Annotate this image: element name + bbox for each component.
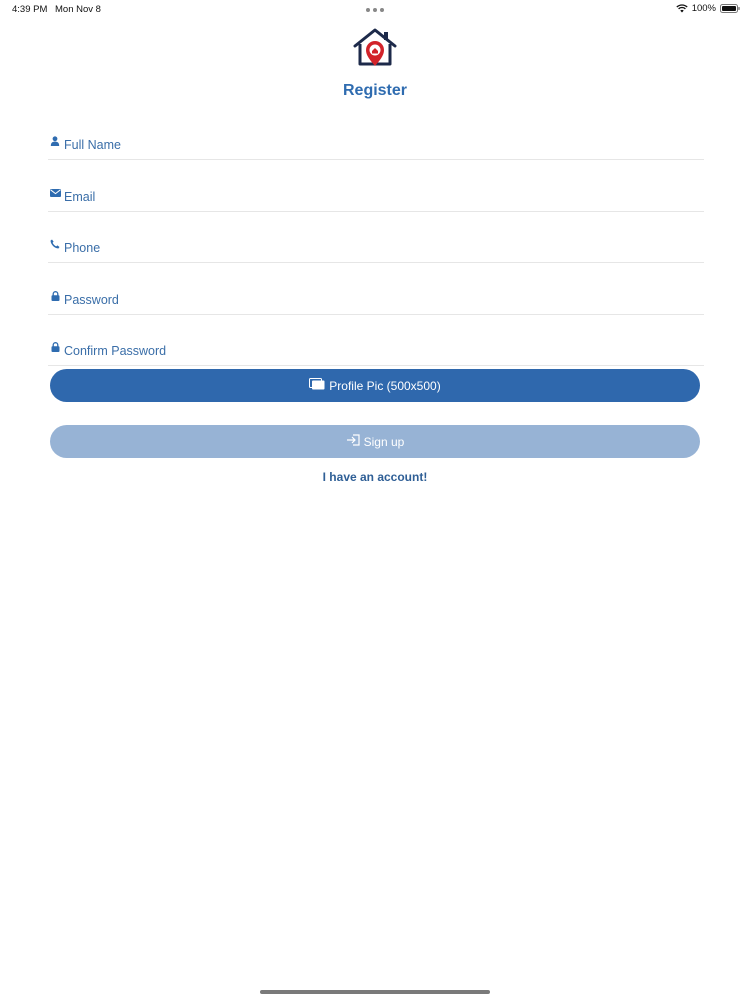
multitasking-dots-icon[interactable] [366,8,384,12]
phone-icon [49,238,61,250]
sign-up-button[interactable]: Sign up [50,425,700,458]
confirm-password-input[interactable] [64,338,694,364]
lock-icon [49,290,61,302]
register-screen: 4:39 PM Mon Nov 8 100% Register Full Nam… [0,0,750,1000]
phone-field [48,235,704,263]
photos-icon [309,378,325,393]
battery-icon [720,4,740,13]
password-field [48,287,704,315]
status-date: Mon Nov 8 [55,4,101,15]
profile-pic-button[interactable]: Profile Pic (500x500) [50,369,700,402]
email-field [48,184,704,212]
status-bar: 4:39 PM Mon Nov 8 100% [0,0,750,20]
phone-input[interactable] [64,235,694,261]
envelope-icon [49,187,61,199]
confirm-password-field [48,338,704,366]
house-location-logo [351,26,399,70]
battery-percentage: 100% [691,3,716,14]
home-indicator[interactable] [260,990,490,994]
sign-in-arrow-icon [346,434,360,449]
have-account-link[interactable]: I have an account! [0,470,750,484]
page-title: Register [342,82,408,99]
lock-icon [49,341,61,353]
sign-up-label: Sign up [363,434,405,449]
status-time: 4:39 PM [12,4,48,15]
full-name-input[interactable] [64,132,694,158]
profile-pic-label: Profile Pic (500x500) [329,378,441,393]
wifi-icon [676,4,688,13]
password-input[interactable] [64,287,694,313]
person-icon [49,135,61,147]
full-name-field [48,132,704,160]
email-input[interactable] [64,184,694,210]
status-right: 100% [676,3,740,14]
